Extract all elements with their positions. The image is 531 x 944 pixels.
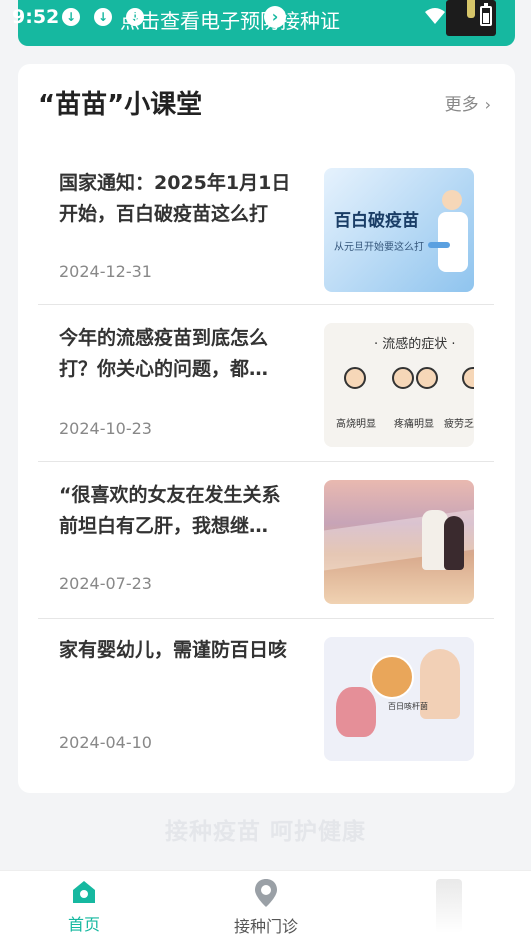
article-item[interactable]: 今年的流感疫苗到底怎么打？你关心的问题，都… 2024-10-23 · 流感的症…	[38, 305, 494, 462]
article-title: 国家通知：2025年1月1日开始，百白破疫苗这么打	[59, 172, 291, 225]
home-icon	[73, 881, 95, 903]
article-item[interactable]: 家有婴幼儿，需谨防百日咳 2024-04-10 百日咳杆菌	[38, 619, 494, 776]
chevron-right-icon[interactable]: ›	[264, 6, 286, 28]
status-time: 9:52	[12, 6, 60, 28]
nav-third[interactable]	[436, 879, 462, 933]
article-item[interactable]: “很喜欢的女友在发生关系前坦白有乙肝，我想继… 2024-07-23	[38, 462, 494, 619]
chevron-right-icon: ›	[484, 95, 491, 114]
lung-illustration	[336, 687, 376, 737]
article-date: 2024-12-31	[59, 262, 152, 281]
thumb-label: 高烧明显	[336, 419, 376, 430]
download-icon: ↓	[62, 8, 80, 26]
slogan: 接种疫苗 呵护健康	[164, 819, 366, 845]
download-icon: ↓	[94, 8, 112, 26]
article-thumbnail: 百日咳杆菌	[324, 637, 474, 761]
nav-home[interactable]: 首页	[54, 877, 114, 935]
nav-clinic-label: 接种门诊	[233, 917, 298, 936]
section-title: “苗苗”小课堂	[38, 90, 203, 120]
face-illustration	[416, 367, 438, 389]
article-thumbnail: · 流感的症状 · 高烧明显 疼痛明显 疲劳乏	[324, 323, 474, 447]
person-illustration	[444, 516, 464, 570]
thumb-label: 百日咳杆菌	[388, 702, 428, 711]
more-link[interactable]: 更多 ›	[445, 90, 491, 115]
classroom-card: “苗苗”小课堂 更多 › 国家通知：2025年1月1日开始，百白破疫苗这么打 20…	[18, 64, 515, 793]
thumb-subtitle: 从元旦开始要这么打	[334, 242, 424, 253]
thumb-label: 疲劳乏	[444, 419, 474, 430]
wifi-icon	[425, 8, 445, 24]
article-title: 家有婴幼儿，需谨防百日咳	[59, 639, 288, 661]
bottom-nav: 首页 接种门诊	[0, 870, 531, 944]
more-label: 更多	[444, 95, 479, 115]
face-illustration	[344, 367, 366, 389]
banner-text[interactable]: 点击查看电子预防接种证	[120, 5, 340, 34]
article-thumbnail: 百白破疫苗 从元旦开始要这么打	[324, 168, 474, 292]
article-date: 2024-07-23	[59, 574, 152, 593]
thumb-title: 百白破疫苗	[334, 211, 419, 231]
article-date: 2024-04-10	[59, 733, 152, 752]
article-item[interactable]: 国家通知：2025年1月1日开始，百白破疫苗这么打 2024-12-31 百白破…	[38, 148, 494, 305]
nav-home-label: 首页	[67, 915, 100, 934]
article-title: “很喜欢的女友在发生关系前坦白有乙肝，我想继…	[59, 484, 281, 537]
thumb-label: 疼痛明显	[394, 419, 434, 430]
article-title: 今年的流感疫苗到底怎么打？你关心的问题，都…	[59, 327, 269, 380]
location-pin-icon	[255, 879, 277, 907]
doctor-illustration	[428, 190, 468, 272]
battery-icon	[480, 3, 492, 26]
bacteria-illustration	[370, 655, 414, 699]
article-date: 2024-10-23	[59, 419, 152, 438]
thumb-title: · 流感的症状 ·	[374, 337, 456, 352]
nav-clinic[interactable]: 接种门诊	[216, 877, 316, 937]
face-illustration	[462, 367, 474, 389]
article-thumbnail	[324, 480, 474, 604]
face-illustration	[392, 367, 414, 389]
